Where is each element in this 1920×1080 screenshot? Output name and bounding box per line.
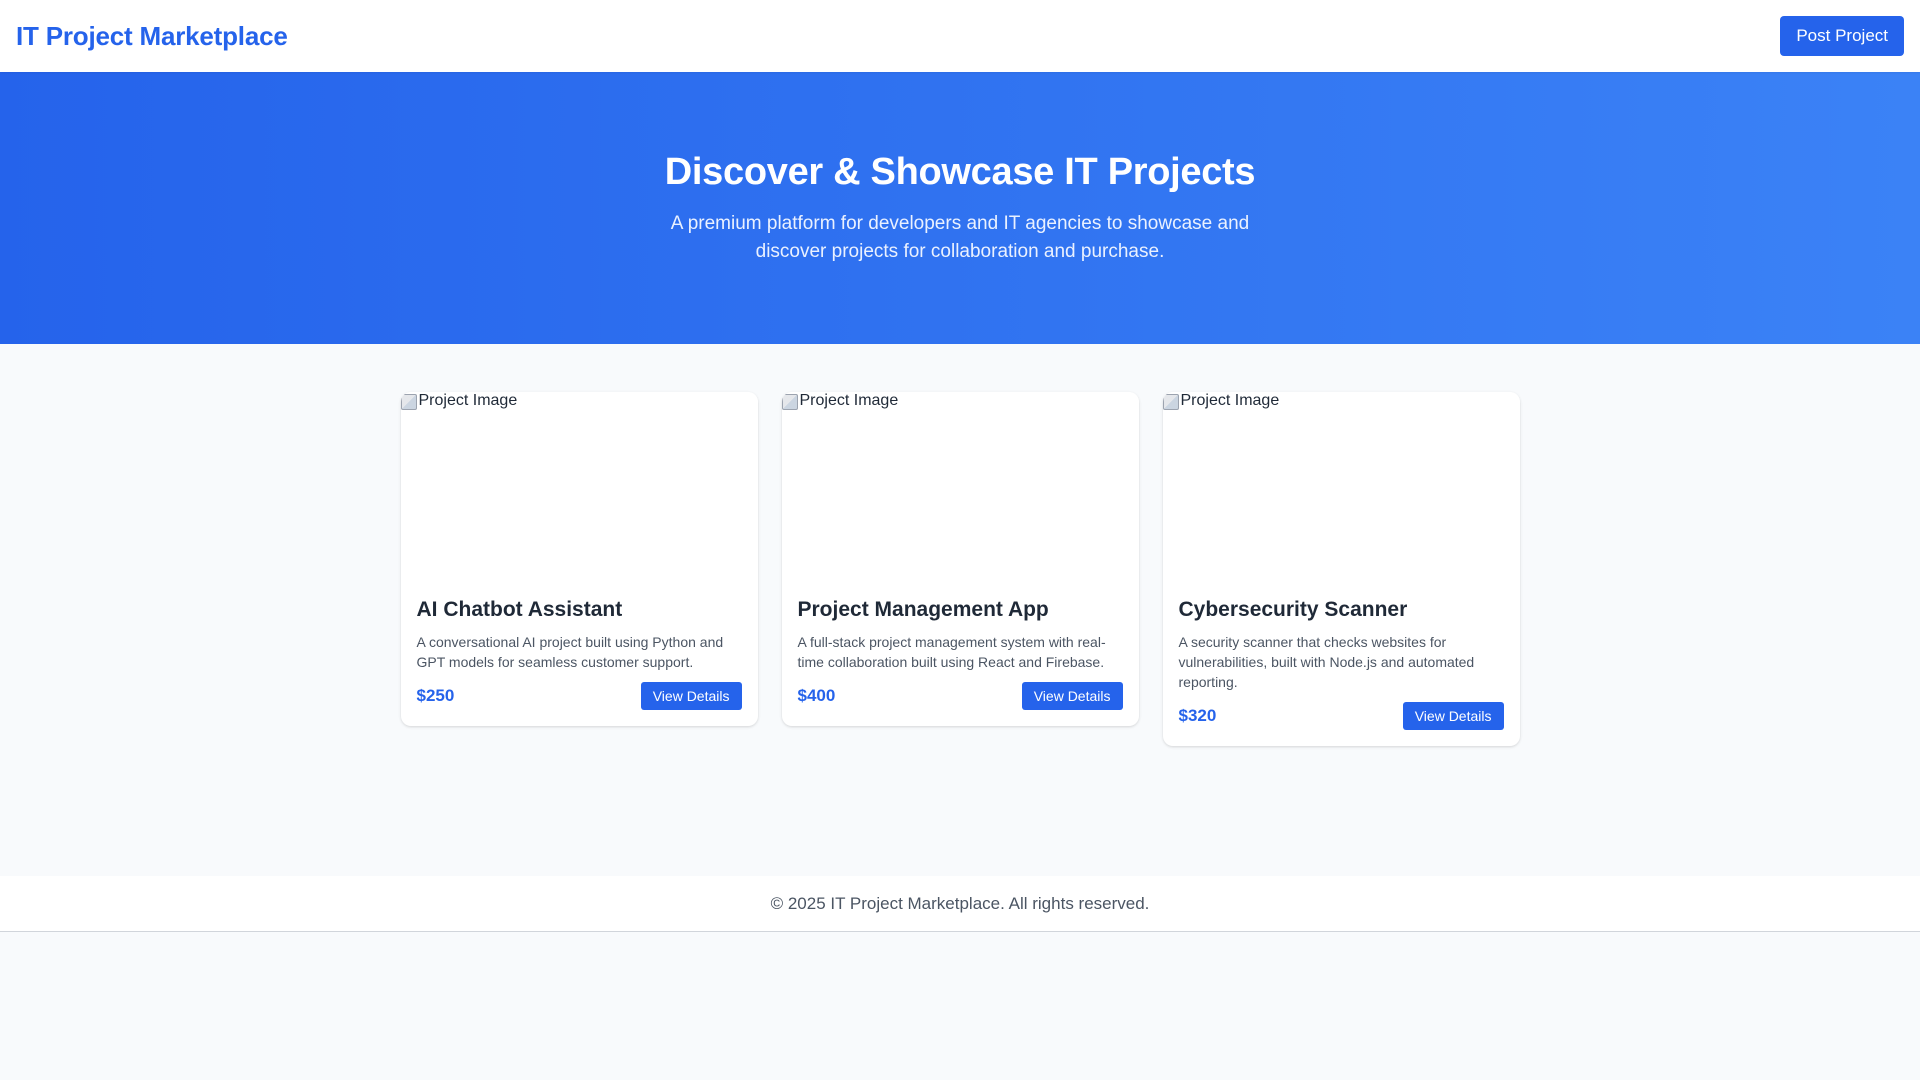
broken-image-icon <box>400 394 417 410</box>
project-title: Project Management App <box>797 598 1049 621</box>
post-project-button[interactable]: Post Project <box>1780 16 1904 56</box>
card-footer: $400 View Details <box>798 682 1123 710</box>
broken-image-icon <box>781 394 798 410</box>
project-image-placeholder: Project Image <box>400 392 758 584</box>
project-card: Project Image Cybersecurity Scanner A se… <box>1162 392 1520 746</box>
project-image-alt-text: Project Image <box>799 392 899 409</box>
project-image-alt-text: Project Image <box>418 392 518 409</box>
project-description: A security scanner that checks websites … <box>1178 634 1475 690</box>
hero-title: Discover & Showcase IT Projects <box>664 150 1256 193</box>
broken-image-icon <box>1162 394 1179 410</box>
top-navbar: IT Project Marketplace Post Project <box>0 0 1920 72</box>
project-description: A full-stack project management system w… <box>797 634 1106 670</box>
card-body: AI Chatbot Assistant A conversational AI… <box>401 584 758 726</box>
project-image-alt-text: Project Image <box>1180 392 1280 409</box>
card-footer: $250 View Details <box>417 682 742 710</box>
project-title: Cybersecurity Scanner <box>1178 598 1408 621</box>
project-price: $250 <box>416 686 455 705</box>
project-description: A conversational AI project built using … <box>416 634 724 670</box>
project-price: $400 <box>797 686 836 705</box>
card-body: Project Management App A full-stack proj… <box>782 584 1139 726</box>
project-image-placeholder: Project Image <box>781 392 1139 584</box>
hero-subtitle: A premium platform for developers and IT… <box>670 212 1250 262</box>
view-details-button[interactable]: View Details <box>640 682 742 710</box>
page-footer: © 2025 IT Project Marketplace. All right… <box>0 876 1920 932</box>
project-card-grid: Project Image AI Chatbot Assistant A con… <box>0 344 1920 876</box>
view-details-button[interactable]: View Details <box>1402 702 1504 730</box>
copyright-text: © 2025 IT Project Marketplace. All right… <box>770 893 1150 913</box>
hero-banner: Discover & Showcase IT Projects A premiu… <box>0 72 1920 344</box>
project-title: AI Chatbot Assistant <box>416 598 623 621</box>
site-logo-text[interactable]: IT Project Marketplace <box>16 21 288 52</box>
project-price: $320 <box>1178 706 1217 725</box>
project-image-placeholder: Project Image <box>1162 392 1520 584</box>
view-details-button[interactable]: View Details <box>1021 682 1123 710</box>
project-card: Project Image AI Chatbot Assistant A con… <box>400 392 758 726</box>
card-footer: $320 View Details <box>1179 702 1504 730</box>
card-body: Cybersecurity Scanner A security scanner… <box>1163 584 1520 746</box>
project-card: Project Image Project Management App A f… <box>781 392 1139 726</box>
